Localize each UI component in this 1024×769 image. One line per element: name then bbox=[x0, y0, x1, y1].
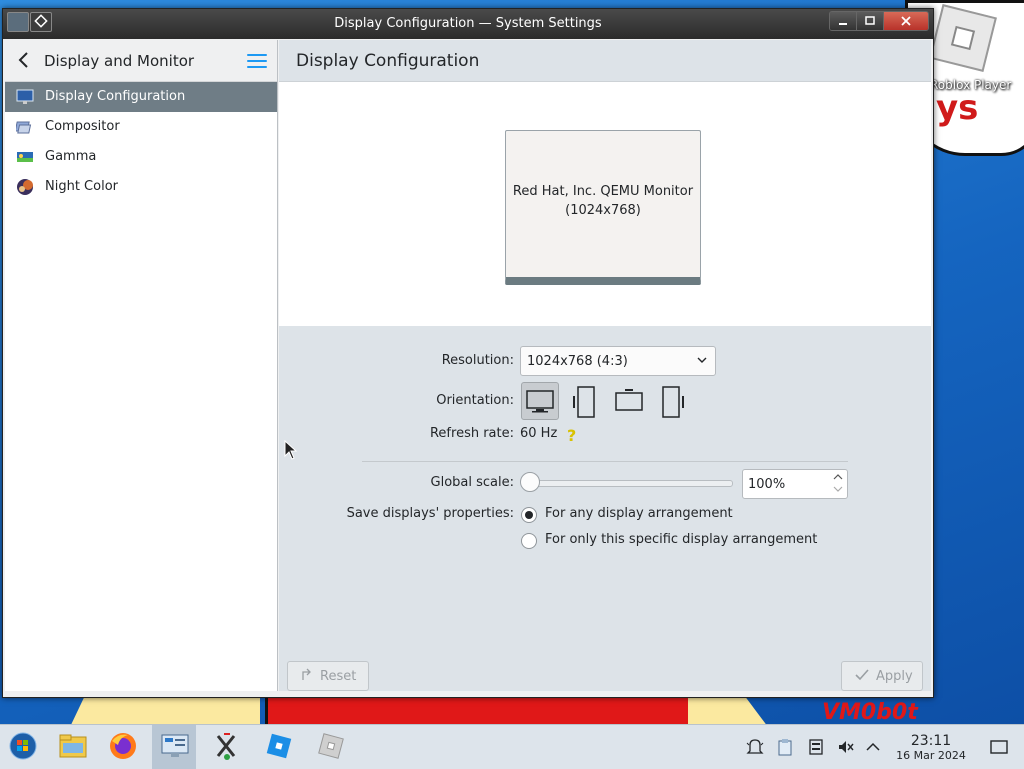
global-scale-spinbox[interactable]: 100% bbox=[742, 469, 848, 499]
taskbar-file-manager[interactable] bbox=[50, 725, 94, 769]
global-scale-label: Global scale: bbox=[430, 475, 514, 490]
chevron-up-icon[interactable] bbox=[833, 473, 843, 481]
taskbar-x-app[interactable] bbox=[204, 725, 248, 769]
resolution-combobox[interactable]: 1024x768 (4:3) bbox=[520, 346, 716, 376]
monitor-resolution: (1024x768) bbox=[565, 203, 641, 218]
apply-button[interactable]: Apply bbox=[841, 661, 923, 691]
taskbar: 23:11 16 Mar 2024 bbox=[0, 724, 1024, 769]
maximize-button[interactable] bbox=[856, 12, 883, 30]
monitor-model: Red Hat, Inc. QEMU Monitor bbox=[512, 184, 694, 199]
checkmark-icon bbox=[855, 669, 869, 681]
apply-label: Apply bbox=[876, 669, 913, 684]
radio-any-arrangement-label[interactable]: For any display arrangement bbox=[545, 506, 733, 521]
roblox-studio-icon bbox=[266, 733, 292, 759]
wallpaper-shape bbox=[265, 695, 691, 724]
help-icon[interactable]: ? bbox=[567, 426, 576, 445]
mouse-cursor-icon bbox=[284, 440, 298, 460]
show-desktop-icon[interactable] bbox=[989, 737, 1009, 757]
reset-button[interactable]: Reset bbox=[287, 661, 369, 691]
volume-muted-icon[interactable] bbox=[836, 737, 856, 757]
portrait-left-icon bbox=[573, 386, 595, 418]
gamma-icon bbox=[17, 152, 33, 162]
monitor-name: Red Hat, Inc. QEMU Monitor (1024x768) bbox=[506, 182, 700, 220]
radio-specific-arrangement-label[interactable]: For only this specific display arrangeme… bbox=[545, 532, 817, 547]
refresh-rate-label: Refresh rate: bbox=[429, 426, 514, 441]
display-icon bbox=[16, 89, 34, 104]
taskbar-roblox-studio[interactable] bbox=[256, 725, 300, 769]
refresh-rate-value: 60 Hz bbox=[520, 426, 558, 441]
chevron-down-icon[interactable] bbox=[833, 485, 843, 493]
back-arrow-icon[interactable] bbox=[17, 51, 31, 69]
main-panel: Display Configuration Red Hat, Inc. QEMU… bbox=[279, 40, 931, 691]
orientation-portrait-left-button[interactable] bbox=[566, 382, 602, 418]
slider-handle[interactable] bbox=[520, 472, 540, 492]
page-title: Display Configuration bbox=[296, 51, 480, 71]
sidebar-header: Display and Monitor bbox=[5, 40, 277, 82]
save-properties-label: Save displays' properties: bbox=[346, 506, 514, 521]
chevron-down-icon bbox=[697, 357, 707, 363]
separator bbox=[362, 461, 848, 462]
global-scale-value: 100% bbox=[748, 477, 786, 492]
clock-date[interactable]: 16 Mar 2024 bbox=[888, 749, 974, 762]
system-settings-window: Display Configuration — System Settings … bbox=[2, 8, 934, 698]
sidebar-item-compositor[interactable]: Compositor bbox=[5, 112, 277, 142]
display-settings-form: Resolution: 1024x768 (4:3) Orientation: … bbox=[279, 327, 931, 691]
monitor-tile[interactable]: Red Hat, Inc. QEMU Monitor (1024x768) bbox=[505, 130, 701, 285]
sidebar-item-gamma[interactable]: Gamma bbox=[5, 142, 277, 172]
clipboard-icon[interactable] bbox=[775, 737, 795, 757]
firefox-icon bbox=[110, 733, 136, 759]
notifications-icon[interactable] bbox=[745, 737, 765, 757]
x-app-icon bbox=[216, 733, 236, 760]
reset-label: Reset bbox=[320, 669, 357, 684]
start-orb-icon bbox=[9, 732, 37, 760]
reset-icon bbox=[302, 668, 311, 680]
orientation-landscape-button[interactable] bbox=[521, 382, 559, 420]
radio-specific-arrangement[interactable] bbox=[521, 533, 537, 549]
file-manager-icon bbox=[59, 734, 87, 758]
landscape-flipped-icon bbox=[615, 389, 643, 411]
start-button[interactable] bbox=[0, 725, 44, 769]
wallpaper-shape bbox=[688, 695, 768, 724]
chevron-up-icon[interactable] bbox=[863, 737, 883, 757]
system-settings-icon bbox=[161, 734, 189, 757]
compositor-icon bbox=[16, 121, 32, 134]
wallpaper-shape bbox=[70, 695, 260, 724]
sidebar: Display and Monitor Display Configuratio… bbox=[5, 40, 278, 691]
clock-time[interactable]: 23:11 bbox=[900, 733, 962, 749]
sidebar-item-label: Gamma bbox=[45, 149, 97, 164]
wallpaper-text-bottom: VM0b0t bbox=[822, 700, 918, 724]
hamburger-menu-icon[interactable] bbox=[247, 54, 267, 68]
window-titlebar[interactable]: Display Configuration — System Settings bbox=[3, 9, 933, 39]
display-arrangement-area: Red Hat, Inc. QEMU Monitor (1024x768) bbox=[279, 82, 931, 326]
sidebar-nav: Display Configuration Compositor Gamma N… bbox=[5, 82, 277, 202]
orientation-portrait-right-button[interactable] bbox=[656, 382, 692, 418]
storage-icon[interactable] bbox=[806, 737, 826, 757]
global-scale-slider[interactable] bbox=[529, 480, 733, 487]
night-color-icon bbox=[17, 179, 33, 195]
sidebar-item-display-configuration[interactable]: Display Configuration bbox=[5, 82, 277, 112]
radio-any-arrangement[interactable] bbox=[521, 507, 537, 523]
orientation-label: Orientation: bbox=[436, 393, 514, 408]
close-button[interactable] bbox=[883, 12, 928, 30]
main-header: Display Configuration bbox=[279, 40, 931, 82]
sidebar-item-label: Night Color bbox=[45, 179, 118, 194]
sidebar-item-night-color[interactable]: Night Color bbox=[5, 172, 277, 202]
resolution-label: Resolution: bbox=[441, 353, 514, 368]
sidebar-item-label: Compositor bbox=[45, 119, 120, 134]
landscape-icon bbox=[526, 390, 554, 413]
orientation-flipped-button[interactable] bbox=[611, 382, 647, 418]
window-controls bbox=[829, 11, 929, 31]
taskbar-roblox-player[interactable] bbox=[308, 725, 352, 769]
roblox-player-icon bbox=[318, 733, 344, 759]
taskbar-system-settings[interactable] bbox=[152, 725, 196, 769]
taskbar-firefox[interactable] bbox=[100, 725, 144, 769]
sidebar-title: Display and Monitor bbox=[44, 52, 195, 70]
sidebar-item-label: Display Configuration bbox=[45, 89, 186, 104]
resolution-value: 1024x768 (4:3) bbox=[527, 354, 628, 369]
portrait-right-icon bbox=[662, 386, 684, 418]
window-title: Display Configuration — System Settings bbox=[334, 16, 602, 31]
wallpaper-text-top: ys bbox=[936, 88, 979, 128]
minimize-button[interactable] bbox=[830, 12, 856, 30]
